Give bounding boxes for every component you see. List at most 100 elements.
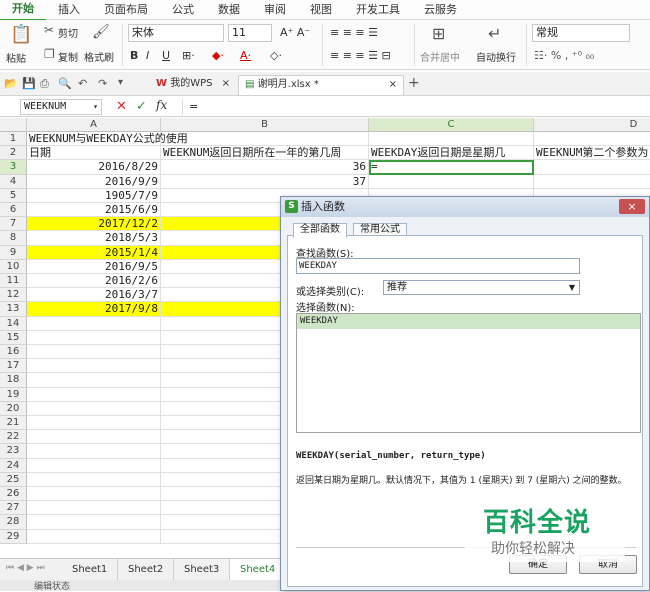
fill-color-icon[interactable]: ◆· bbox=[212, 49, 224, 62]
merge-center-button[interactable]: 合并居中 bbox=[420, 49, 460, 64]
sheet-tab-1[interactable]: Sheet1 bbox=[62, 559, 119, 580]
cell[interactable]: 2016/9/9 bbox=[27, 174, 161, 189]
row-header[interactable]: 18 bbox=[0, 373, 27, 388]
category-select[interactable]: 推荐 ▼ bbox=[383, 280, 580, 295]
paste-icon[interactable]: 📋 bbox=[10, 24, 32, 45]
tab-page-layout[interactable]: 页面布局 bbox=[92, 0, 160, 20]
cut-icon[interactable]: ✂ bbox=[44, 23, 54, 37]
border-icon[interactable]: ⊞· bbox=[182, 49, 195, 62]
underline-button[interactable]: U bbox=[162, 49, 170, 62]
row-header[interactable]: 14 bbox=[0, 316, 27, 331]
row-header[interactable]: 15 bbox=[0, 330, 27, 345]
open-icon[interactable]: 📂 bbox=[4, 77, 18, 90]
search-input[interactable]: WEEKDAY bbox=[296, 258, 580, 274]
row-header[interactable]: 24 bbox=[0, 458, 27, 473]
cell[interactable] bbox=[27, 316, 161, 331]
close-icon[interactable]: × bbox=[389, 76, 397, 94]
row-header[interactable]: 4 bbox=[0, 174, 27, 189]
font-name-select[interactable]: 宋体 bbox=[128, 24, 224, 42]
cell[interactable] bbox=[27, 458, 161, 473]
merge-center-icon[interactable]: ⊞ bbox=[432, 24, 445, 43]
col-header-b[interactable]: B bbox=[161, 118, 369, 132]
row-header[interactable]: 20 bbox=[0, 401, 27, 416]
chevron-down-icon[interactable]: ▾ bbox=[93, 100, 98, 114]
grow-font-icon[interactable]: A⁺ A⁻ bbox=[280, 26, 310, 39]
close-button[interactable]: × bbox=[619, 199, 645, 214]
row-header[interactable]: 29 bbox=[0, 529, 27, 544]
copy-icon[interactable]: ❐ bbox=[44, 47, 55, 61]
cell[interactable] bbox=[27, 430, 161, 445]
wrap-text-icon[interactable]: ↵ bbox=[488, 24, 501, 43]
clear-format-icon[interactable]: ◇· bbox=[270, 49, 282, 62]
row-header[interactable]: 21 bbox=[0, 416, 27, 431]
cell[interactable]: 2015/1/4 bbox=[27, 245, 161, 260]
tab-cloud[interactable]: 云服务 bbox=[412, 0, 469, 20]
undo-icon[interactable]: ↶ bbox=[78, 77, 87, 90]
cell[interactable] bbox=[27, 416, 161, 431]
row-header[interactable]: 11 bbox=[0, 274, 27, 289]
row-header[interactable]: 10 bbox=[0, 259, 27, 274]
row-header[interactable]: 1 bbox=[0, 132, 27, 147]
cell[interactable]: WEEKNUM第二个参数为 bbox=[534, 146, 650, 161]
cell[interactable] bbox=[369, 132, 534, 147]
cell[interactable] bbox=[27, 401, 161, 416]
cell[interactable]: 2016/8/29 bbox=[27, 160, 161, 175]
cell[interactable] bbox=[27, 444, 161, 459]
confirm-icon[interactable]: ✓ bbox=[136, 99, 147, 114]
row-header[interactable]: 5 bbox=[0, 188, 27, 203]
number-format-select[interactable]: 常规 bbox=[532, 24, 630, 42]
doc-tab-workbook[interactable]: ▤ 谢明月.xlsx * × bbox=[238, 75, 404, 95]
percent-icon[interactable]: ☷· % , ⁺⁰ ₀₀ bbox=[534, 49, 594, 62]
col-header-c[interactable]: C bbox=[369, 118, 534, 132]
doc-tab-mywps[interactable]: W 我的WPS × bbox=[150, 75, 236, 95]
cell[interactable]: WEEKNUM与WEEKDAY公式的使用 bbox=[27, 132, 188, 147]
row-header[interactable]: 6 bbox=[0, 203, 27, 218]
cell[interactable]: 2016/2/6 bbox=[27, 274, 161, 289]
copy-button[interactable]: 复制 bbox=[58, 49, 78, 64]
cell[interactable] bbox=[534, 175, 650, 189]
insert-function-icon[interactable]: fx bbox=[156, 98, 167, 112]
font-color-icon[interactable]: A· bbox=[240, 49, 251, 62]
cancel-icon[interactable]: ✕ bbox=[116, 99, 127, 114]
cell[interactable] bbox=[27, 373, 161, 388]
sheet-tab-2[interactable]: Sheet2 bbox=[118, 559, 175, 580]
row-header[interactable]: 13 bbox=[0, 302, 27, 317]
cell[interactable] bbox=[27, 501, 161, 516]
cell[interactable]: 2016/9/5 bbox=[27, 259, 161, 274]
row-header[interactable]: 25 bbox=[0, 472, 27, 487]
select-all-corner[interactable] bbox=[0, 118, 27, 132]
row-header[interactable]: 16 bbox=[0, 345, 27, 360]
cell[interactable]: 日期 bbox=[27, 146, 161, 161]
tab-view[interactable]: 视图 bbox=[298, 0, 344, 20]
function-list[interactable]: WEEKDAY bbox=[296, 313, 641, 433]
cell[interactable] bbox=[27, 345, 161, 360]
name-box[interactable]: WEEKNUM ▾ bbox=[20, 99, 102, 115]
align-left-icon[interactable]: ≡ ≡ ≡ ☰ ⊟ bbox=[330, 49, 391, 62]
cell[interactable] bbox=[369, 174, 534, 189]
row-header[interactable]: 8 bbox=[0, 231, 27, 246]
cell[interactable]: WEEKDAY返回日期是星期几 bbox=[369, 146, 534, 161]
preview-icon[interactable]: 🔍 bbox=[58, 77, 72, 90]
cell[interactable]: 2017/9/8 bbox=[27, 302, 161, 317]
close-icon[interactable]: × bbox=[222, 78, 230, 89]
bold-button[interactable]: B bbox=[130, 49, 138, 62]
cell[interactable] bbox=[27, 529, 161, 544]
print-icon[interactable]: ⎙ bbox=[40, 77, 49, 91]
tab-formulas[interactable]: 公式 bbox=[160, 0, 206, 20]
row-header[interactable]: 19 bbox=[0, 387, 27, 402]
wrap-text-button[interactable]: 自动换行 bbox=[476, 49, 516, 64]
cell[interactable] bbox=[27, 472, 161, 487]
cell[interactable]: 1905/7/9 bbox=[27, 188, 161, 203]
sheet-tab-3[interactable]: Sheet3 bbox=[174, 559, 231, 580]
row-header[interactable]: 17 bbox=[0, 359, 27, 374]
cell[interactable]: 36 bbox=[161, 160, 369, 175]
save-icon[interactable]: 💾 bbox=[22, 77, 36, 90]
cell[interactable]: WEEKNUM返回日期所在一年的第几周 bbox=[161, 146, 369, 161]
cell[interactable]: 2016/3/7 bbox=[27, 288, 161, 303]
function-item[interactable]: WEEKDAY bbox=[297, 314, 640, 329]
formula-input[interactable]: = bbox=[182, 99, 648, 115]
row-header[interactable]: 26 bbox=[0, 487, 27, 502]
font-size-select[interactable]: 11 bbox=[228, 24, 272, 42]
cell[interactable] bbox=[27, 387, 161, 402]
cell[interactable] bbox=[27, 330, 161, 345]
